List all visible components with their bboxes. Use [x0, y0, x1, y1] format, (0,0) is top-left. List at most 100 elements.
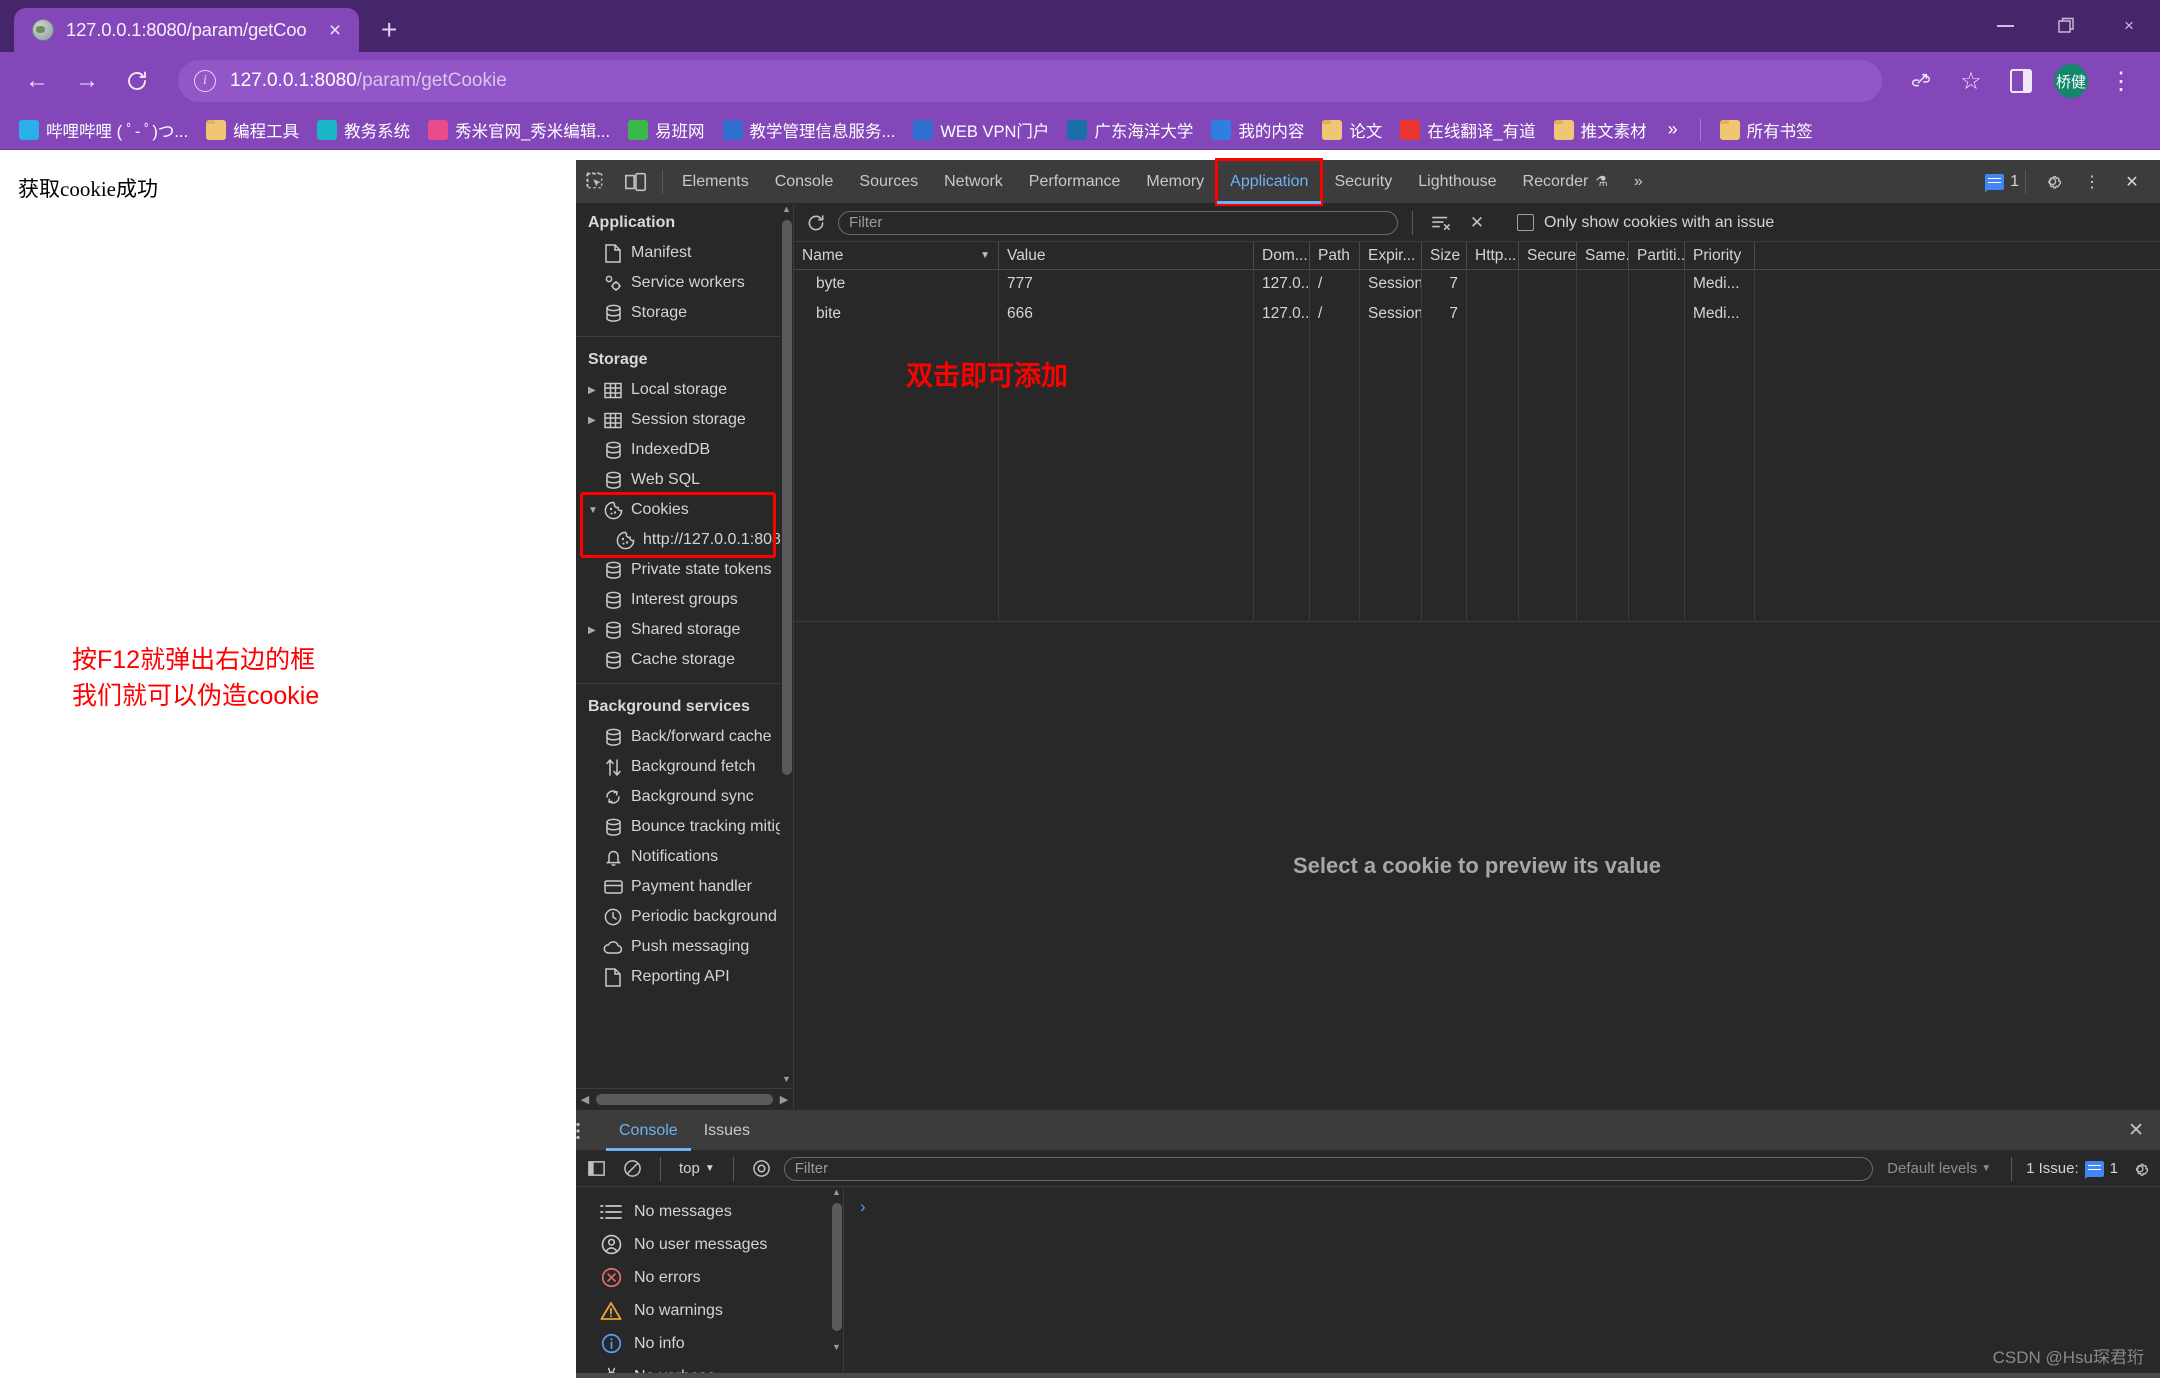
cookie-cell-partiti[interactable]	[1629, 270, 1685, 300]
reload-icon[interactable]	[114, 58, 160, 104]
cookie-cell-http[interactable]	[1467, 270, 1519, 300]
devtools-tab-lighthouse[interactable]: Lighthouse	[1405, 160, 1509, 204]
forward-icon[interactable]: →	[64, 58, 110, 104]
drawer-close-icon[interactable]: ✕	[2112, 1119, 2160, 1142]
devtools-tab-console[interactable]: Console	[762, 160, 847, 204]
inspect-element-icon[interactable]	[576, 160, 616, 204]
cookie-cell-size[interactable]: 7	[1422, 300, 1467, 330]
column-header-value[interactable]: Value	[999, 242, 1254, 269]
cookie-cell-partiti[interactable]	[1629, 300, 1685, 330]
console-filter-input[interactable]	[783, 1156, 1874, 1181]
console-sidebar-item-no-warnings[interactable]: No warnings	[576, 1294, 843, 1327]
devtools-tab-application[interactable]: Application	[1215, 157, 1324, 206]
cookie-cell-priority[interactable]: Medi...	[1685, 300, 1755, 330]
tree-item-service-workers[interactable]: ▶Service workers	[576, 268, 793, 298]
bookmark-all-bookmarks[interactable]: 所有书签	[1711, 114, 1822, 146]
cookie-cell-same[interactable]	[1577, 270, 1629, 300]
column-header-partiti[interactable]: Partiti...	[1629, 242, 1685, 269]
cookie-cell-expir[interactable]: Session	[1360, 270, 1422, 300]
console-levels-selector[interactable]: Default levels ▼	[1881, 1160, 1997, 1177]
console-issues-link[interactable]: 1 Issue: 1	[2026, 1160, 2118, 1177]
column-header-priority[interactable]: Priority	[1685, 242, 1755, 269]
devtools-more-icon[interactable]: ⋮	[2072, 160, 2112, 204]
side-panel-icon[interactable]	[1998, 58, 2044, 104]
tree-item-shared-storage[interactable]: ▶ Shared storage	[576, 615, 793, 645]
cookie-cell-priority[interactable]: Medi...	[1685, 270, 1755, 300]
cookie-row[interactable]: bite666127.0..../Session7 Medi...	[794, 300, 2160, 330]
chevron-right-icon[interactable]: ▶	[588, 385, 602, 396]
bookmark-item[interactable]: 在线翻译_有道	[1391, 114, 1544, 146]
tree-item-notifications[interactable]: ▶Notifications	[576, 842, 793, 872]
tree-item-interest-groups[interactable]: ▶Interest groups	[576, 585, 793, 615]
tree-item-session-storage[interactable]: ▶ Session storage	[576, 405, 793, 435]
console-sidebar-item-no-user-messages[interactable]: No user messages	[576, 1228, 843, 1261]
tree-item-bounce-tracking-mitigatio[interactable]: ▶Bounce tracking mitigatio	[576, 812, 793, 842]
tree-item-local-storage[interactable]: ▶ Local storage	[576, 375, 793, 405]
sidebar-scrollbar[interactable]: ▲ ▼	[780, 204, 793, 1088]
cookie-cell-http[interactable]	[1467, 300, 1519, 330]
devtools-tab-sources[interactable]: Sources	[846, 160, 931, 204]
bookmark-item[interactable]: WEB VPN门户	[904, 114, 1058, 146]
tree-item-http-127-0-0-1-8080[interactable]: http://127.0.0.1:8080	[576, 525, 793, 555]
cookie-cell-dom[interactable]: 127.0....	[1254, 270, 1310, 300]
tree-item-back-forward-cache[interactable]: ▶Back/forward cache	[576, 722, 793, 752]
drawer-tab-issues[interactable]: Issues	[691, 1111, 763, 1151]
tree-item-web-sql[interactable]: ▶Web SQL	[576, 465, 793, 495]
cookie-cell-expir[interactable]: Session	[1360, 300, 1422, 330]
scroll-up-icon[interactable]: ▲	[830, 1187, 843, 1201]
cookie-cell-size[interactable]: 7	[1422, 270, 1467, 300]
cookie-row[interactable]: byte777127.0..../Session7 Medi...	[794, 270, 2160, 300]
cookie-cell-name[interactable]: byte	[794, 270, 999, 300]
cookie-cell-dom[interactable]: 127.0....	[1254, 300, 1310, 330]
column-header-size[interactable]: Size	[1422, 242, 1467, 269]
scrollbar-thumb[interactable]	[781, 220, 792, 775]
bookmark-item[interactable]: 教务系统	[308, 114, 419, 146]
tree-item-push-messaging[interactable]: ▶Push messaging	[576, 932, 793, 962]
window-close-icon[interactable]: ×	[2098, 0, 2160, 52]
bookmark-item[interactable]: 教学管理信息服务...	[714, 114, 905, 146]
clear-filtered-cookies-icon[interactable]	[1427, 209, 1455, 237]
console-sidebar-scrollbar[interactable]: ▲ ▼	[830, 1187, 843, 1356]
close-icon[interactable]: ×	[321, 20, 349, 41]
share-icon[interactable]	[1898, 58, 1944, 104]
column-header-http[interactable]: Http...	[1467, 242, 1519, 269]
devtools-tab-performance[interactable]: Performance	[1016, 160, 1134, 204]
bookmark-item[interactable]: 我的内容	[1202, 114, 1313, 146]
scroll-right-icon[interactable]: ▶	[775, 1093, 793, 1106]
tree-item-reporting-api[interactable]: ▶Reporting API	[576, 962, 793, 992]
console-sidebar-icon[interactable]	[582, 1155, 610, 1183]
console-sidebar-item-no-messages[interactable]: No messages	[576, 1195, 843, 1228]
tree-item-private-state-tokens[interactable]: ▶Private state tokens	[576, 555, 793, 585]
browser-menu-icon[interactable]: ⋮	[2098, 58, 2144, 104]
console-sidebar-item-no-info[interactable]: No info	[576, 1327, 843, 1360]
device-toolbar-icon[interactable]	[616, 160, 656, 204]
bookmark-item[interactable]: 广东海洋大学	[1058, 114, 1202, 146]
scroll-down-icon[interactable]: ▼	[830, 1342, 843, 1356]
tree-item-manifest[interactable]: ▶Manifest	[576, 238, 793, 268]
issues-counter[interactable]: 1	[1985, 173, 2019, 191]
chevron-down-icon[interactable]: ▼	[588, 505, 602, 516]
column-header-same[interactable]: Same...	[1577, 242, 1629, 269]
browser-tab[interactable]: 127.0.0.1:8080/param/getCoo ×	[14, 8, 359, 52]
tree-item-cookies[interactable]: ▼ Cookies	[576, 495, 793, 525]
devtools-tab-recorder[interactable]: Recorder ⚗	[1510, 160, 1621, 204]
cookies-filter-input[interactable]	[838, 210, 1398, 235]
tree-item-periodic-background-sync[interactable]: ▶Periodic background sync	[576, 902, 793, 932]
bookmark-item[interactable]: 哔哩哔哩 ( ﾟ- ﾟ)つ...	[10, 114, 197, 146]
column-header-name[interactable]: Name ▼	[794, 242, 999, 269]
cookie-cell-path[interactable]: /	[1310, 270, 1360, 300]
bookmarks-overflow-icon[interactable]: »	[1656, 119, 1690, 140]
console-context-selector[interactable]: top ▼	[675, 1160, 719, 1177]
clear-console-icon[interactable]	[618, 1155, 646, 1183]
new-tab-button[interactable]: +	[381, 16, 397, 44]
avatar[interactable]: 桥健	[2054, 64, 2088, 98]
column-header-path[interactable]: Path	[1310, 242, 1360, 269]
column-header-dom[interactable]: Dom...	[1254, 242, 1310, 269]
gear-icon[interactable]	[2032, 160, 2072, 204]
scroll-down-icon[interactable]: ▼	[780, 1074, 793, 1088]
tree-item-cache-storage[interactable]: ▶Cache storage	[576, 645, 793, 675]
devtools-tab-network[interactable]: Network	[931, 160, 1016, 204]
tree-item-storage[interactable]: ▶Storage	[576, 298, 793, 328]
tree-item-background-sync[interactable]: ▶Background sync	[576, 782, 793, 812]
cookie-cell-name[interactable]: bite	[794, 300, 999, 330]
